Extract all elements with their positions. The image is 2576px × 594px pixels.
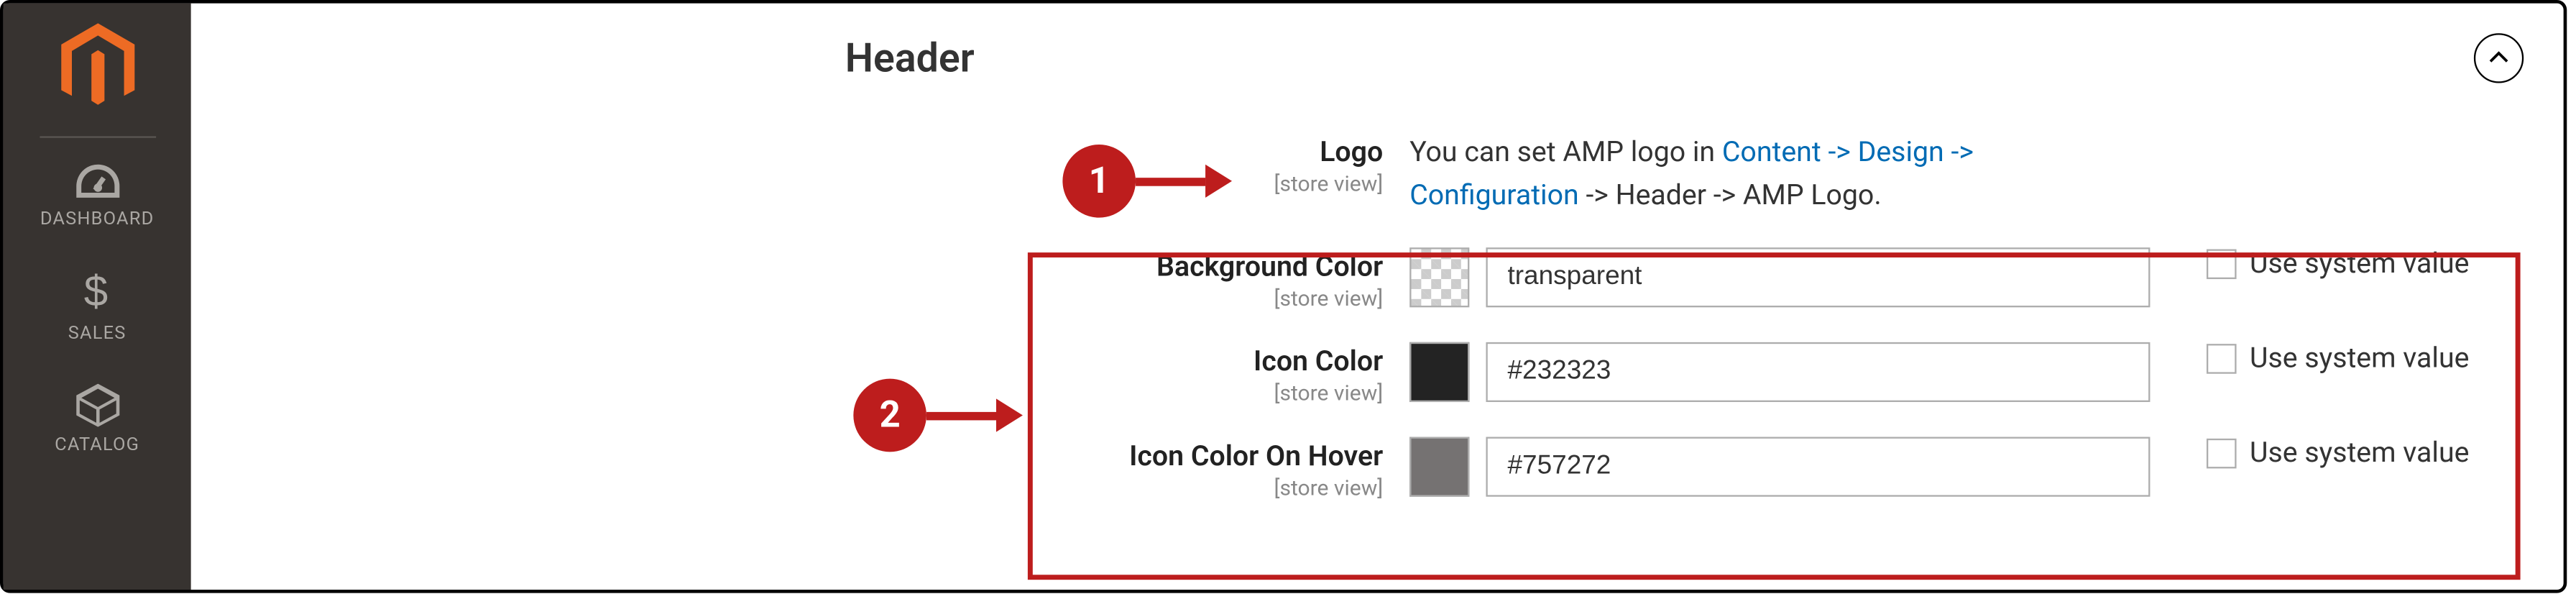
annotation-arrow-2 bbox=[926, 398, 1023, 431]
nav-label: DASHBOARD bbox=[40, 208, 155, 229]
nav-dashboard[interactable]: DASHBOARD bbox=[40, 161, 155, 229]
section-title: Header bbox=[845, 35, 975, 82]
collapse-button[interactable] bbox=[2474, 33, 2524, 83]
svg-text:$: $ bbox=[85, 269, 110, 315]
admin-sidebar: DASHBOARD $ SALES CATALOG bbox=[4, 4, 191, 590]
annotation-arrow-1 bbox=[1136, 165, 1232, 198]
nav-label: SALES bbox=[68, 322, 126, 344]
logo-desc-prefix: You can set AMP logo in bbox=[1409, 136, 1722, 169]
sidebar-divider bbox=[39, 136, 155, 137]
field-label: Logo bbox=[1320, 136, 1383, 169]
annotation-marker-1: 1 bbox=[1062, 145, 1136, 218]
annotation-highlight-box bbox=[1028, 252, 2521, 580]
annotation-number: 1 bbox=[1089, 160, 1110, 202]
nav-label: CATALOG bbox=[55, 434, 139, 455]
annotation-marker-2: 2 bbox=[853, 379, 926, 452]
logo-description: You can set AMP logo in Content -> Desig… bbox=[1409, 133, 2107, 218]
box-icon bbox=[74, 384, 121, 427]
annotation-number: 2 bbox=[880, 395, 901, 437]
chevron-up-icon bbox=[2487, 50, 2510, 66]
magento-logo[interactable] bbox=[55, 23, 139, 113]
logo-desc-suffix: -> Header -> AMP Logo. bbox=[1579, 178, 1882, 211]
nav-catalog[interactable]: CATALOG bbox=[55, 384, 139, 455]
config-content: Header Logo [store view] You can set AMP… bbox=[191, 4, 2564, 590]
dollar-icon: $ bbox=[80, 269, 114, 316]
nav-sales[interactable]: $ SALES bbox=[68, 269, 126, 344]
gauge-icon bbox=[72, 161, 121, 201]
section-header-row: Header bbox=[845, 33, 2524, 83]
field-logo: Logo [store view] You can set AMP logo i… bbox=[1044, 133, 2524, 218]
